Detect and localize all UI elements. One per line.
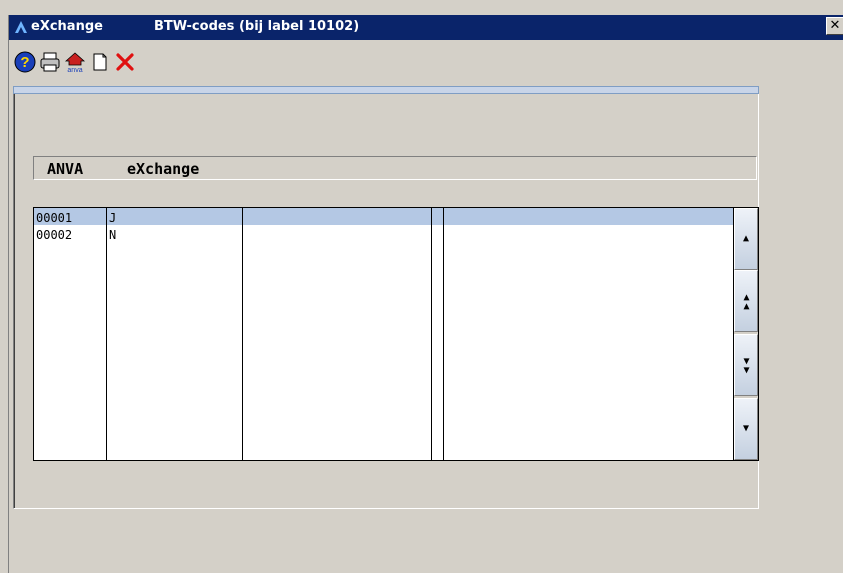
double-arrow-up-icon: ▲▲ — [741, 292, 752, 310]
title-bar: eXchange BTW-codes (bij label 10102) ✕ — [9, 15, 843, 40]
column-header: ANVA eXchange — [33, 156, 757, 180]
column-divider — [106, 208, 107, 460]
scroll-down-button[interactable]: ▼ — [734, 398, 758, 460]
toolbar: ? anva — [9, 40, 843, 76]
new-document-icon — [93, 53, 107, 71]
row-value: N — [109, 228, 117, 242]
delete-button[interactable] — [113, 50, 137, 74]
header-anva-label: ANVA — [47, 160, 84, 178]
exchange-logo-icon — [13, 19, 29, 35]
table-row[interactable]: 00001 J — [34, 208, 733, 225]
window-subtitle: BTW-codes (bij label 10102) — [154, 19, 360, 34]
row-code: 00001 — [36, 211, 73, 225]
delete-icon — [116, 53, 134, 71]
vertical-scrollbar: ▲ ▲▲ ▼▼ ▼ — [733, 208, 758, 460]
row-code: 00002 — [36, 228, 73, 242]
arrow-down-icon: ▼ — [742, 423, 750, 434]
window-title: eXchange — [31, 19, 103, 34]
double-arrow-down-icon: ▼▼ — [741, 356, 752, 374]
svg-text:?: ? — [20, 54, 29, 71]
page-up-button[interactable]: ▲▲ — [734, 270, 758, 332]
svg-text:anva: anva — [67, 67, 82, 73]
page-down-button[interactable]: ▼▼ — [734, 334, 758, 396]
help-icon: ? — [14, 51, 36, 73]
close-button[interactable]: ✕ — [826, 17, 843, 35]
help-button[interactable]: ? — [13, 50, 37, 74]
scroll-up-button[interactable]: ▲ — [734, 208, 758, 270]
row-value: J — [109, 211, 117, 225]
panel-top-bar — [13, 86, 759, 94]
column-divider — [443, 208, 444, 460]
column-divider — [242, 208, 243, 460]
header-exchange-label: eXchange — [127, 160, 200, 178]
printer-icon — [40, 52, 60, 72]
table-row[interactable]: 00002 N — [34, 225, 733, 242]
new-button[interactable] — [88, 50, 112, 74]
column-divider — [431, 208, 432, 460]
anva-button[interactable]: anva — [63, 50, 87, 74]
arrow-up-icon: ▲ — [742, 233, 750, 244]
codes-grid: 00001 J 00002 N ▲ ▲▲ ▼▼ ▼ — [33, 207, 759, 461]
print-button[interactable] — [38, 50, 62, 74]
anva-home-icon: anva — [64, 52, 86, 73]
